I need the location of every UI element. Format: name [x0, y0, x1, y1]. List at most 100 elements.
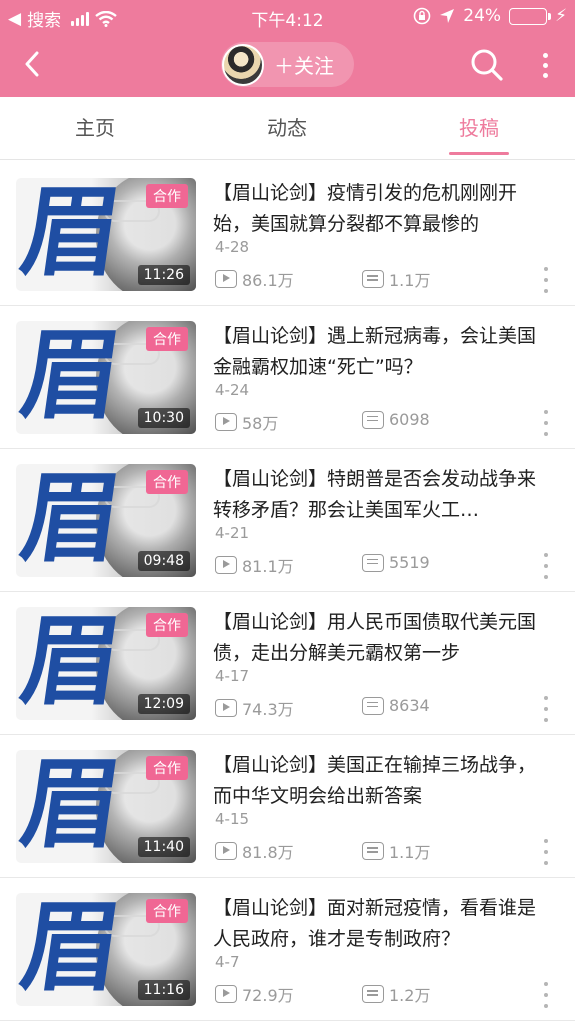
video-date: 4-17	[215, 667, 250, 685]
thumbnail-glyph: 眉	[16, 893, 129, 1005]
video-title[interactable]: 【眉山论剑】遇上新冠病毒，会让美国金融霸权加速“死亡”吗？	[213, 321, 543, 383]
avatar[interactable]	[222, 43, 264, 86]
danmaku-count-value: 1.1万	[389, 843, 431, 862]
video-title[interactable]: 【眉山论剑】疫情引发的危机刚刚开始，美国就算分裂都不算最惨的	[213, 178, 543, 240]
thumbnail-glyph: 眉	[16, 750, 129, 862]
item-more-button[interactable]	[540, 839, 552, 865]
danmaku-count: 8634	[362, 696, 430, 715]
play-count-value: 58万	[242, 414, 279, 433]
video-list: 眉 合作 11:26 【眉山论剑】疫情引发的危机刚刚开始，美国就算分裂都不算最惨…	[0, 163, 575, 1021]
video-date: 4-28	[215, 238, 250, 256]
collab-badge: 合作	[146, 613, 188, 637]
video-title[interactable]: 【眉山论剑】面对新冠疫情，看看谁是人民政府，谁才是专制政府？	[213, 893, 543, 955]
thumbnail-glyph: 眉	[16, 178, 129, 290]
play-icon	[215, 556, 237, 574]
list-item[interactable]: 眉 合作 11:40 【眉山论剑】美国正在输掉三场战争，而中华文明会给出新答案 …	[0, 735, 575, 878]
danmaku-count-value: 5519	[389, 553, 430, 572]
play-count-value: 72.9万	[242, 986, 294, 1005]
collab-badge: 合作	[146, 756, 188, 780]
video-title[interactable]: 【眉山论剑】用人民币国债取代美元国债，走出分解美元霸权第一步	[213, 607, 543, 669]
follow-label: ＋关注	[274, 54, 334, 78]
collab-badge: 合作	[146, 184, 188, 208]
list-item[interactable]: 眉 合作 10:30 【眉山论剑】遇上新冠病毒，会让美国金融霸权加速“死亡”吗？…	[0, 306, 575, 449]
play-count-value: 81.8万	[242, 843, 294, 862]
more-options-button[interactable]	[530, 48, 560, 82]
video-date: 4-15	[215, 810, 250, 828]
play-count-value: 86.1万	[242, 271, 294, 290]
play-count-value: 81.1万	[242, 557, 294, 576]
list-item[interactable]: 眉 合作 11:26 【眉山论剑】疫情引发的危机刚刚开始，美国就算分裂都不算最惨…	[0, 163, 575, 306]
danmaku-icon	[362, 270, 384, 288]
video-thumbnail[interactable]: 眉 合作 12:09	[16, 607, 196, 720]
danmaku-count-value: 6098	[389, 410, 430, 429]
video-duration: 09:48	[137, 551, 190, 571]
danmaku-icon	[362, 410, 384, 429]
list-item[interactable]: 眉 合作 11:16 【眉山论剑】面对新冠疫情，看看谁是人民政府，谁才是专制政府…	[0, 878, 575, 1021]
video-date: 4-21	[215, 524, 250, 542]
play-icon	[215, 270, 237, 288]
danmaku-count: 5519	[362, 553, 430, 572]
danmaku-count: 1.1万	[362, 839, 430, 863]
play-count: 81.8万	[215, 839, 294, 863]
video-thumbnail[interactable]: 眉 合作 11:26	[16, 178, 196, 291]
search-icon	[471, 49, 503, 81]
back-button[interactable]	[14, 46, 50, 82]
charging-icon: ⚡	[555, 6, 567, 26]
item-more-button[interactable]	[540, 982, 552, 1008]
tab-submissions[interactable]: 投稿	[419, 97, 539, 160]
video-duration: 11:40	[137, 837, 190, 857]
danmaku-icon	[362, 985, 384, 1003]
danmaku-count-value: 8634	[389, 696, 430, 715]
video-date: 4-7	[215, 953, 240, 971]
video-thumbnail[interactable]: 眉 合作 09:48	[16, 464, 196, 577]
tab-dynamics[interactable]: 动态	[227, 97, 347, 160]
video-thumbnail[interactable]: 眉 合作 11:16	[16, 893, 196, 1006]
danmaku-count-value: 1.1万	[389, 271, 431, 290]
play-icon	[215, 699, 237, 717]
header: ＋关注	[0, 34, 575, 97]
play-count: 72.9万	[215, 982, 294, 1006]
play-icon	[215, 985, 237, 1003]
video-thumbnail[interactable]: 眉 合作 10:30	[16, 321, 196, 434]
video-duration: 11:16	[137, 980, 190, 1000]
video-date: 4-24	[215, 381, 250, 399]
list-item[interactable]: 眉 合作 09:48 【眉山论剑】特朗普是否会发动战争来转移矛盾？那会让美国军火…	[0, 449, 575, 592]
thumbnail-glyph: 眉	[16, 464, 129, 576]
collab-badge: 合作	[146, 470, 188, 494]
status-bar: ◀ 搜索 下午4:12 24% ⚡	[0, 0, 575, 34]
item-more-button[interactable]	[540, 410, 552, 436]
video-duration: 12:09	[137, 694, 190, 714]
play-count: 74.3万	[215, 696, 294, 720]
danmaku-count: 6098	[362, 410, 430, 429]
follow-button[interactable]: ＋关注	[221, 42, 354, 87]
status-right: 24% ⚡	[413, 6, 567, 26]
play-icon	[215, 413, 237, 431]
video-title[interactable]: 【眉山论剑】特朗普是否会发动战争来转移矛盾？那会让美国军火工…	[213, 464, 543, 526]
danmaku-icon	[362, 553, 384, 572]
danmaku-icon	[362, 842, 384, 860]
video-thumbnail[interactable]: 眉 合作 11:40	[16, 750, 196, 863]
video-duration: 10:30	[137, 408, 190, 428]
item-more-button[interactable]	[540, 553, 552, 579]
video-title[interactable]: 【眉山论剑】美国正在输掉三场战争，而中华文明会给出新答案	[213, 750, 543, 812]
play-count: 58万	[215, 410, 278, 434]
tab-home[interactable]: 主页	[35, 97, 155, 160]
list-item[interactable]: 眉 合作 12:09 【眉山论剑】用人民币国债取代美元国债，走出分解美元霸权第一…	[0, 592, 575, 735]
top-bar: ◀ 搜索 下午4:12 24% ⚡ ＋关注	[0, 0, 575, 97]
thumbnail-glyph: 眉	[16, 321, 129, 433]
video-duration: 11:26	[137, 265, 190, 285]
danmaku-count: 1.1万	[362, 267, 430, 291]
item-more-button[interactable]	[540, 267, 552, 293]
collab-badge: 合作	[146, 327, 188, 351]
back-icon	[25, 51, 39, 77]
battery-percent: 24%	[463, 6, 502, 26]
item-more-button[interactable]	[540, 696, 552, 722]
collab-badge: 合作	[146, 899, 188, 923]
battery-icon	[509, 7, 552, 25]
search-button[interactable]	[470, 48, 504, 82]
play-icon	[215, 842, 237, 860]
thumbnail-glyph: 眉	[16, 607, 129, 719]
location-icon	[440, 9, 455, 23]
tab-bar: 主页 动态 投稿	[0, 97, 575, 160]
danmaku-count: 1.2万	[362, 982, 430, 1006]
